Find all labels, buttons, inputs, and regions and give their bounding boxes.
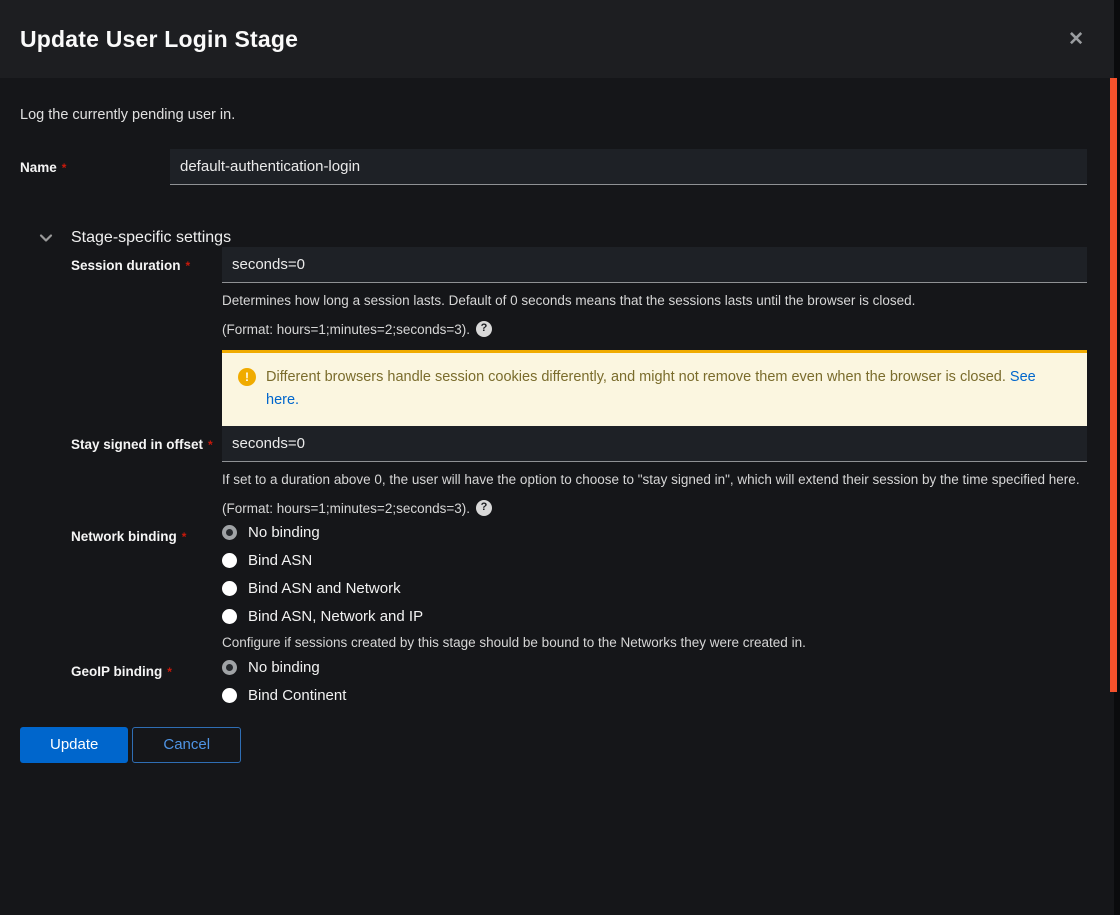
radio-option-bind-asn-network-ip[interactable]: Bind ASN, Network and IP [222,608,1087,625]
required-asterisk: * [62,161,67,175]
stay-signed-in-help: If set to a duration above 0, the user w… [222,470,1087,490]
geoip-binding-row: GeoIP binding * No binding Bind Continent [71,653,1087,704]
chevron-down-icon [38,230,54,246]
warning-text: Different browsers handle session cookie… [266,369,1006,385]
name-field-row: Name * [20,149,1087,185]
required-asterisk: * [186,259,191,273]
radio-option-bind-asn[interactable]: Bind ASN [222,552,1087,569]
radio-icon[interactable] [222,553,237,568]
radio-icon[interactable] [222,525,237,540]
cancel-button[interactable]: Cancel [132,727,241,763]
section-title: Stage-specific settings [71,229,231,247]
radio-option-bind-continent[interactable]: Bind Continent [222,687,1087,704]
radio-icon[interactable] [222,581,237,596]
modal-body: Log the currently pending user in. Name *… [0,107,1120,704]
required-asterisk: * [182,530,187,544]
session-duration-format-help: (Format: hours=1;minutes=2;seconds=3). [222,320,470,340]
session-cookie-warning-alert: ! Different browsers handle session cook… [222,350,1087,426]
session-duration-label: Session duration [71,258,181,273]
help-question-icon[interactable]: ? [476,500,492,516]
geoip-binding-radio-group: No binding Bind Continent [222,653,1087,704]
radio-icon[interactable] [222,688,237,703]
required-asterisk: * [208,438,213,452]
required-asterisk: * [167,665,172,679]
radio-icon[interactable] [222,609,237,624]
network-binding-row: Network binding * No binding Bind ASN [71,518,1087,653]
stay-signed-in-offset-label: Stay signed in offset [71,437,203,452]
geoip-binding-label: GeoIP binding [71,664,162,679]
modal-header: Update User Login Stage ✕ [0,0,1120,78]
stage-description: Log the currently pending user in. [20,107,1087,123]
radio-option-no-binding[interactable]: No binding [222,524,1087,541]
session-duration-input[interactable] [222,247,1087,283]
radio-option-bind-asn-network[interactable]: Bind ASN and Network [222,580,1087,597]
page-title: Update User Login Stage [20,26,1100,53]
close-icon[interactable]: ✕ [1068,30,1084,49]
scrollbar-thumb[interactable] [1110,78,1117,692]
stay-signed-in-offset-input[interactable] [222,426,1087,462]
network-binding-label: Network binding [71,529,177,544]
stage-specific-settings-section: Stage-specific settings Session duration… [20,229,1087,704]
warning-icon: ! [238,368,256,386]
section-header-toggle[interactable]: Stage-specific settings [20,229,1087,247]
radio-icon[interactable] [222,660,237,675]
stay-signed-in-format-help: (Format: hours=1;minutes=2;seconds=3). [222,499,470,519]
name-label: Name [20,160,57,175]
network-binding-radio-group: No binding Bind ASN Bind ASN and Network [222,518,1087,625]
network-binding-help: Configure if sessions created by this st… [222,633,1087,653]
session-duration-help: Determines how long a session lasts. Def… [222,291,1087,311]
name-input[interactable] [170,149,1087,185]
radio-option-geoip-no-binding[interactable]: No binding [222,659,1087,676]
help-question-icon[interactable]: ? [476,321,492,337]
stay-signed-in-offset-row: Stay signed in offset * If set to a durat… [71,426,1087,518]
session-duration-row: Session duration * Determines how long a … [71,247,1087,426]
update-button[interactable]: Update [20,727,128,763]
modal-footer: Update Cancel [0,704,1120,763]
